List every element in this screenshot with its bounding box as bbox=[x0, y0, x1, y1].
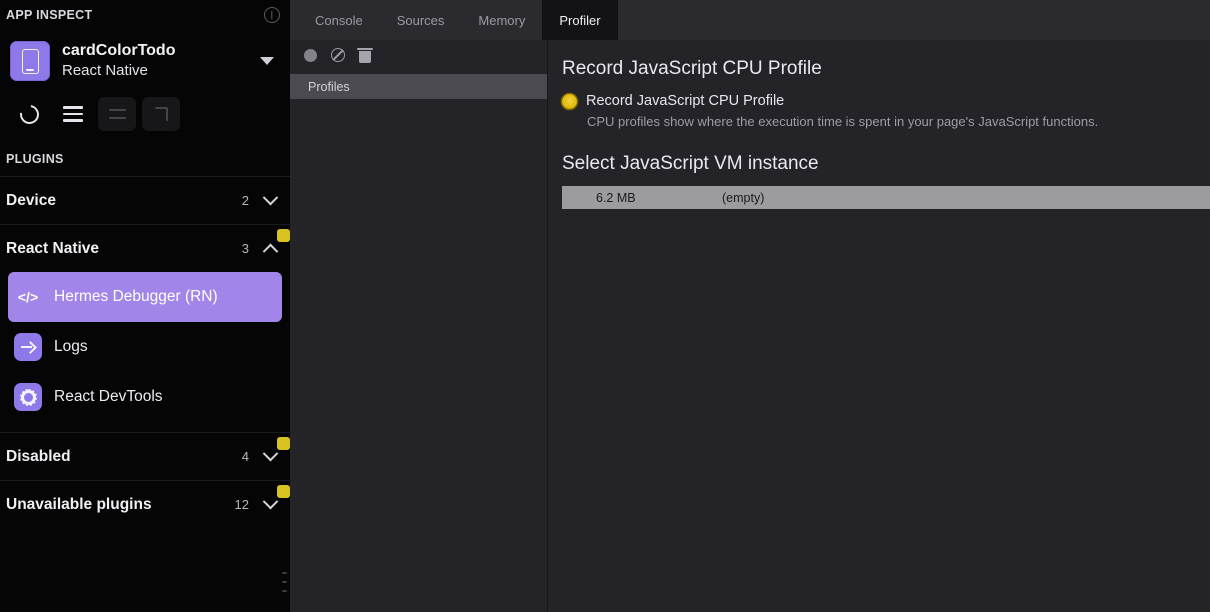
app-window: APP INSPECT cardColorTodo React Native P… bbox=[0, 0, 1210, 612]
info-icon[interactable] bbox=[264, 7, 280, 23]
trash-icon[interactable] bbox=[357, 47, 373, 63]
record-cpu-profile-option[interactable]: Record JavaScript CPU Profile bbox=[562, 93, 1210, 109]
vm-name-cell: (empty) bbox=[722, 190, 765, 205]
screen-capture-icon bbox=[154, 106, 168, 122]
section-count: 4 bbox=[241, 449, 249, 464]
section-label: Disabled bbox=[6, 447, 71, 465]
status-badge bbox=[277, 437, 290, 450]
app-framework: React Native bbox=[62, 62, 148, 80]
tab-memory[interactable]: Memory bbox=[461, 0, 542, 40]
section-count: 3 bbox=[241, 241, 249, 256]
section-count: 2 bbox=[241, 193, 249, 208]
app-meta: cardColorTodo React Native bbox=[62, 41, 248, 81]
sidebar-item-logs[interactable]: Logs bbox=[8, 322, 282, 372]
panel-hint: CPU profiles show where the execution ti… bbox=[587, 114, 1099, 129]
app-selector[interactable]: cardColorTodo React Native bbox=[0, 30, 290, 92]
record-circle-icon[interactable] bbox=[304, 48, 317, 62]
section-label: React Native bbox=[6, 239, 100, 257]
section-count: 12 bbox=[234, 497, 249, 512]
devtools-body: Profiles Record JavaScript CPU Profile R… bbox=[290, 40, 1210, 612]
reload-button[interactable] bbox=[10, 97, 48, 131]
vm-size-cell: 6.2 MB bbox=[596, 190, 636, 205]
profiles-toolbar bbox=[290, 40, 547, 70]
caret-down-icon[interactable] bbox=[260, 57, 274, 65]
hamburger-menu-icon bbox=[63, 106, 83, 122]
devtools-tabbar: Console Sources Memory Profiler bbox=[290, 0, 1210, 40]
app-name: cardColorTodo bbox=[62, 42, 176, 60]
table-row[interactable]: 6.2 MB (empty) bbox=[562, 186, 1210, 209]
arrow-right-icon bbox=[14, 333, 42, 361]
menu-button[interactable] bbox=[54, 97, 92, 131]
sidebar-section-disabled[interactable]: Disabled 4 bbox=[0, 432, 290, 480]
sidebar-toolbar bbox=[0, 92, 290, 144]
mobile-device-icon bbox=[10, 41, 50, 81]
profiles-pane: Profiles bbox=[290, 40, 548, 612]
sidebar-section-react-native[interactable]: React Native 3 bbox=[0, 224, 290, 272]
layout-button[interactable] bbox=[98, 97, 136, 131]
sidebar-item-react-devtools[interactable]: React DevTools bbox=[8, 372, 282, 422]
sidebar-section-device[interactable]: Device 2 bbox=[0, 176, 290, 224]
tab-sources[interactable]: Sources bbox=[380, 0, 462, 40]
profiles-list: Profiles bbox=[290, 70, 547, 612]
page-title: APP INSPECT bbox=[6, 8, 93, 22]
section-label: Unavailable plugins bbox=[6, 495, 152, 513]
vm-instance-table: 6.2 MB (empty) bbox=[562, 186, 1210, 209]
vm-table-body bbox=[562, 209, 1210, 612]
sidebar-item-label: React DevTools bbox=[54, 388, 163, 405]
sidebar-section-unavailable-plugins[interactable]: Unavailable plugins 12 bbox=[0, 480, 290, 528]
status-badge bbox=[277, 229, 290, 242]
no-entry-icon[interactable] bbox=[331, 48, 345, 62]
code-brackets-icon: </> bbox=[17, 289, 39, 305]
plugins-section-label: PLUGINS bbox=[6, 152, 64, 166]
sidebar-item-label: Logs bbox=[54, 338, 88, 355]
profiler-panel: Record JavaScript CPU Profile Record Jav… bbox=[548, 40, 1210, 612]
layout-rows-icon bbox=[108, 107, 126, 121]
panel-heading: Record JavaScript CPU Profile bbox=[562, 58, 822, 79]
status-badge bbox=[277, 485, 290, 498]
reload-icon bbox=[15, 100, 43, 128]
section-label: Device bbox=[6, 191, 56, 209]
chevron-down-icon[interactable] bbox=[262, 493, 279, 510]
screenshot-button[interactable] bbox=[142, 97, 180, 131]
chevron-down-icon[interactable] bbox=[262, 445, 279, 462]
tab-profiler[interactable]: Profiler bbox=[542, 0, 618, 40]
app-inspect-sidebar: APP INSPECT cardColorTodo React Native P… bbox=[0, 0, 290, 612]
list-item[interactable]: Profiles bbox=[290, 74, 547, 99]
radio-label: Record JavaScript CPU Profile bbox=[586, 93, 785, 109]
sidebar-item-label: Hermes Debugger (RN) bbox=[54, 288, 218, 305]
sidebar-header: APP INSPECT bbox=[0, 0, 290, 30]
radio-button[interactable] bbox=[562, 93, 577, 109]
tab-console[interactable]: Console bbox=[298, 0, 380, 40]
sidebar-item-hermes-debugger[interactable]: </> Hermes Debugger (RN) bbox=[8, 272, 282, 322]
devtools-pane: Console Sources Memory Profiler Profiles… bbox=[290, 0, 1210, 612]
sidebar-resize-handle[interactable] bbox=[282, 572, 287, 592]
vm-instance-heading: Select JavaScript VM instance bbox=[562, 153, 819, 174]
chevron-up-icon[interactable] bbox=[262, 243, 279, 260]
gear-atom-icon bbox=[14, 383, 42, 411]
chevron-down-icon[interactable] bbox=[262, 189, 279, 206]
